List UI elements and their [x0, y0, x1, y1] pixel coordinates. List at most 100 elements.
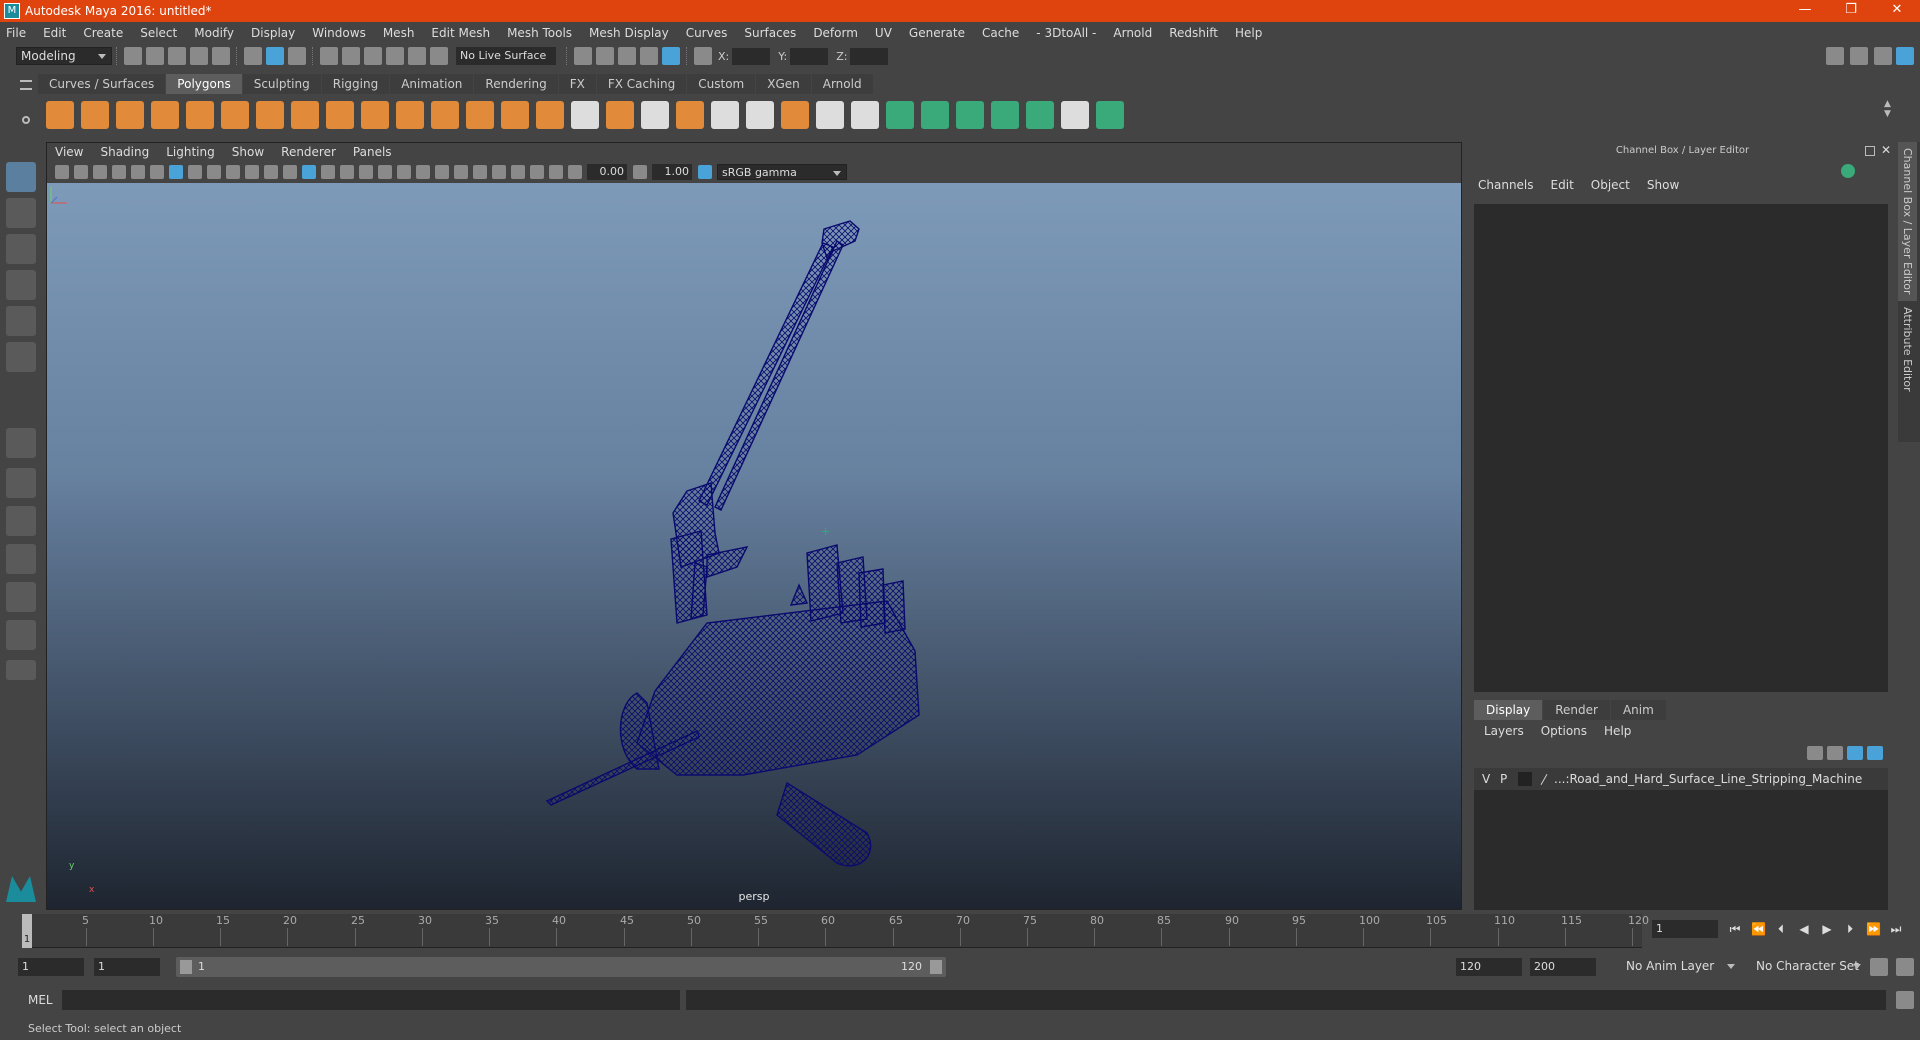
- menu-cache[interactable]: Cache: [982, 26, 1019, 40]
- lasso-tool-icon[interactable]: [6, 198, 36, 228]
- 2d-pan-zoom-icon[interactable]: [131, 165, 145, 179]
- layer-color-swatch[interactable]: [1518, 772, 1532, 786]
- viewport-scene[interactable]: + persp y x: [47, 183, 1461, 909]
- vp-menu-renderer[interactable]: Renderer: [281, 145, 336, 159]
- cb-menu-channels[interactable]: Channels: [1478, 178, 1534, 192]
- x-field[interactable]: [732, 47, 771, 65]
- select-hierarchy-icon[interactable]: [244, 47, 262, 65]
- smooth-icon[interactable]: [396, 101, 424, 129]
- live-surface-field[interactable]: No Live Surface: [456, 47, 556, 65]
- vp-menu-show[interactable]: Show: [232, 145, 264, 159]
- bevel-icon[interactable]: [606, 101, 634, 129]
- select-component-icon[interactable]: [288, 47, 306, 65]
- menu-mesh-tools[interactable]: Mesh Tools: [507, 26, 572, 40]
- extrude-icon[interactable]: [501, 101, 529, 129]
- snap-point-icon[interactable]: [364, 47, 382, 65]
- close-button[interactable]: ✕: [1874, 0, 1920, 22]
- tab-animation[interactable]: Animation: [390, 74, 474, 94]
- shelf-settings-icon[interactable]: [22, 116, 30, 124]
- grease-pencil-icon[interactable]: [150, 165, 164, 179]
- anti-aliasing-icon[interactable]: [454, 165, 468, 179]
- tab-anim[interactable]: Anim: [1610, 700, 1666, 720]
- menu-deform[interactable]: Deform: [813, 26, 858, 40]
- uv-editor-icon[interactable]: [1061, 101, 1089, 129]
- layer-playback-toggle[interactable]: P: [1500, 772, 1518, 786]
- step-forward-frame-icon[interactable]: ⏵: [1843, 922, 1857, 936]
- smooth-shade-icon[interactable]: [321, 165, 335, 179]
- bridge-icon[interactable]: [536, 101, 564, 129]
- animation-prefs-icon[interactable]: [1896, 958, 1914, 976]
- go-to-end-icon[interactable]: ⏭: [1889, 922, 1903, 936]
- camera-attributes-icon[interactable]: [74, 165, 88, 179]
- fill-hole-icon[interactable]: [781, 101, 809, 129]
- tab-sculpting[interactable]: Sculpting: [242, 74, 321, 94]
- go-to-start-icon[interactable]: ⏮: [1728, 922, 1742, 936]
- auto-key-icon[interactable]: [1870, 958, 1888, 976]
- merge-icon[interactable]: [746, 101, 774, 129]
- move-tool-icon[interactable]: [6, 270, 36, 300]
- menu-help[interactable]: Help: [1235, 26, 1262, 40]
- live-surface-icon[interactable]: [430, 47, 448, 65]
- end-time-field[interactable]: 200: [1530, 958, 1596, 976]
- range-slider-start-handle[interactable]: [180, 960, 192, 974]
- color-space-dropdown[interactable]: sRGB gamma: [717, 164, 847, 180]
- resolution-gate-icon[interactable]: [207, 165, 221, 179]
- step-back-key-icon[interactable]: ⏪: [1751, 922, 1766, 936]
- tab-fx[interactable]: FX: [558, 74, 596, 94]
- step-back-frame-icon[interactable]: ⏴: [1774, 922, 1788, 936]
- uv-unfold-icon[interactable]: [1026, 101, 1054, 129]
- cb-menu-object[interactable]: Object: [1591, 178, 1630, 192]
- ipr-render-icon[interactable]: [618, 47, 636, 65]
- uv-automatic-icon[interactable]: [991, 101, 1019, 129]
- tab-arnold[interactable]: Arnold: [811, 74, 873, 94]
- bookmark-icon[interactable]: [93, 165, 107, 179]
- quad-draw-icon[interactable]: [816, 101, 844, 129]
- safe-title-icon[interactable]: [283, 165, 297, 179]
- menu-edit-mesh[interactable]: Edit Mesh: [431, 26, 490, 40]
- layer-menu-layers[interactable]: Layers: [1484, 724, 1524, 738]
- menu-generate[interactable]: Generate: [909, 26, 965, 40]
- menu-redshift[interactable]: Redshift: [1169, 26, 1218, 40]
- target-weld-icon[interactable]: [711, 101, 739, 129]
- layer-menu-options[interactable]: Options: [1541, 724, 1587, 738]
- tab-render[interactable]: Render: [1543, 700, 1610, 720]
- play-backward-icon[interactable]: ◀: [1797, 922, 1811, 936]
- motion-blur-icon[interactable]: [435, 165, 449, 179]
- snap-view-icon[interactable]: [386, 47, 404, 65]
- z-field[interactable]: [850, 47, 889, 65]
- hypershade-icon[interactable]: [662, 47, 680, 65]
- redo-icon[interactable]: [212, 47, 230, 65]
- separate-icon[interactable]: [361, 101, 389, 129]
- xray-joints-icon[interactable]: [530, 165, 544, 179]
- menu-curves[interactable]: Curves: [686, 26, 728, 40]
- scale-tool-icon[interactable]: [6, 342, 36, 372]
- menu-modify[interactable]: Modify: [194, 26, 234, 40]
- menu-create[interactable]: Create: [83, 26, 123, 40]
- boolean-icon[interactable]: [431, 101, 459, 129]
- current-frame-marker[interactable]: 1: [22, 914, 32, 948]
- multi-cut-icon[interactable]: [571, 101, 599, 129]
- select-camera-icon[interactable]: [55, 165, 69, 179]
- gamma-icon[interactable]: [633, 165, 647, 179]
- save-scene-icon[interactable]: [168, 47, 186, 65]
- vp-menu-shading[interactable]: Shading: [100, 145, 149, 159]
- playback-start-field[interactable]: 1: [94, 958, 160, 976]
- cb-menu-edit[interactable]: Edit: [1551, 178, 1574, 192]
- safe-action-icon[interactable]: [264, 165, 278, 179]
- shelf-scroll-icon[interactable]: ▲ ▼: [1884, 99, 1894, 119]
- y-field[interactable]: [790, 47, 829, 65]
- insert-edge-loop-icon[interactable]: [641, 101, 669, 129]
- hypershade-layout-icon[interactable]: [6, 620, 36, 650]
- side-tab-channel-box[interactable]: Channel Box / Layer Editor: [1898, 142, 1917, 301]
- tab-fx-caching[interactable]: FX Caching: [596, 74, 687, 94]
- mirror-icon[interactable]: [466, 101, 494, 129]
- tab-custom[interactable]: Custom: [687, 74, 756, 94]
- tool-settings-toggle-icon[interactable]: [1874, 47, 1892, 65]
- menu-file[interactable]: File: [6, 26, 26, 40]
- grid-icon[interactable]: [169, 165, 183, 179]
- manipulator-icon[interactable]: [1841, 164, 1855, 178]
- outliner-layout-icon[interactable]: [6, 506, 36, 536]
- poly-cylinder-icon[interactable]: [116, 101, 144, 129]
- channel-box-toggle-icon[interactable]: [1896, 47, 1914, 65]
- minimize-button[interactable]: —: [1782, 0, 1828, 22]
